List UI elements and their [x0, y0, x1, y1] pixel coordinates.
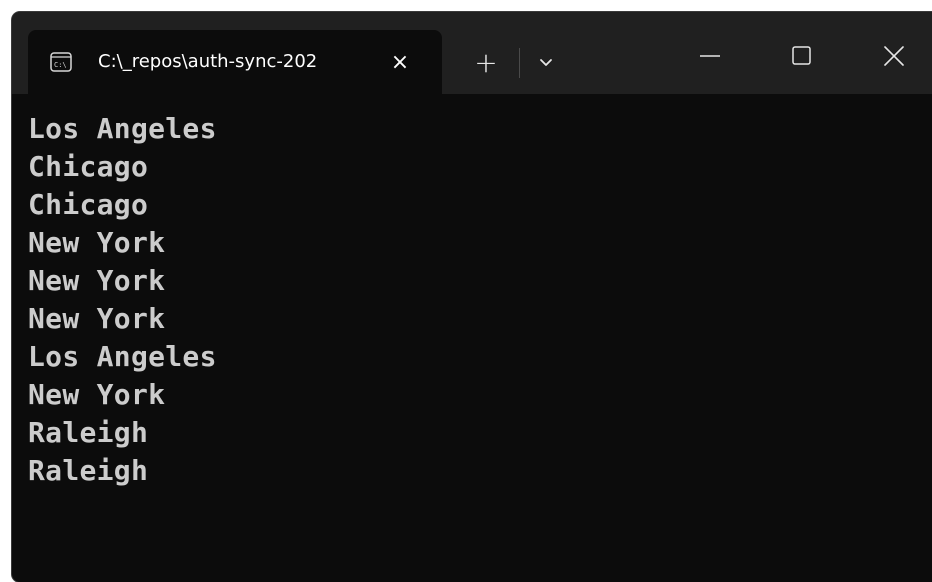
terminal-window: C:\ C:\_repos\auth-sync-202 × + Los Ange…: [12, 12, 932, 582]
terminal-line: New York: [28, 226, 166, 259]
terminal-line: New York: [28, 378, 166, 411]
terminal-line: Chicago: [28, 150, 149, 183]
terminal-output[interactable]: Los Angeles Chicago Chicago New York New…: [28, 110, 908, 490]
console-icon: C:\: [50, 52, 72, 72]
title-bar[interactable]: C:\ C:\_repos\auth-sync-202 × +: [12, 12, 932, 94]
terminal-line: Raleigh: [28, 454, 149, 487]
minimize-icon[interactable]: [690, 36, 730, 76]
chevron-down-icon[interactable]: [532, 48, 560, 76]
terminal-line: New York: [28, 302, 166, 335]
close-icon[interactable]: [874, 36, 914, 76]
terminal-tab[interactable]: C:\ C:\_repos\auth-sync-202 ×: [28, 30, 442, 94]
svg-text:C:\: C:\: [54, 61, 67, 69]
terminal-line: Raleigh: [28, 416, 149, 449]
tab-title: C:\_repos\auth-sync-202: [98, 51, 318, 72]
maximize-icon[interactable]: [782, 36, 822, 76]
toolbar-divider: [519, 48, 520, 78]
terminal-line: Los Angeles: [28, 112, 217, 145]
new-tab-button[interactable]: +: [470, 46, 502, 79]
terminal-line: Los Angeles: [28, 340, 217, 373]
tab-close-button[interactable]: ×: [386, 48, 414, 76]
terminal-line: New York: [28, 264, 166, 297]
terminal-line: Chicago: [28, 188, 149, 221]
